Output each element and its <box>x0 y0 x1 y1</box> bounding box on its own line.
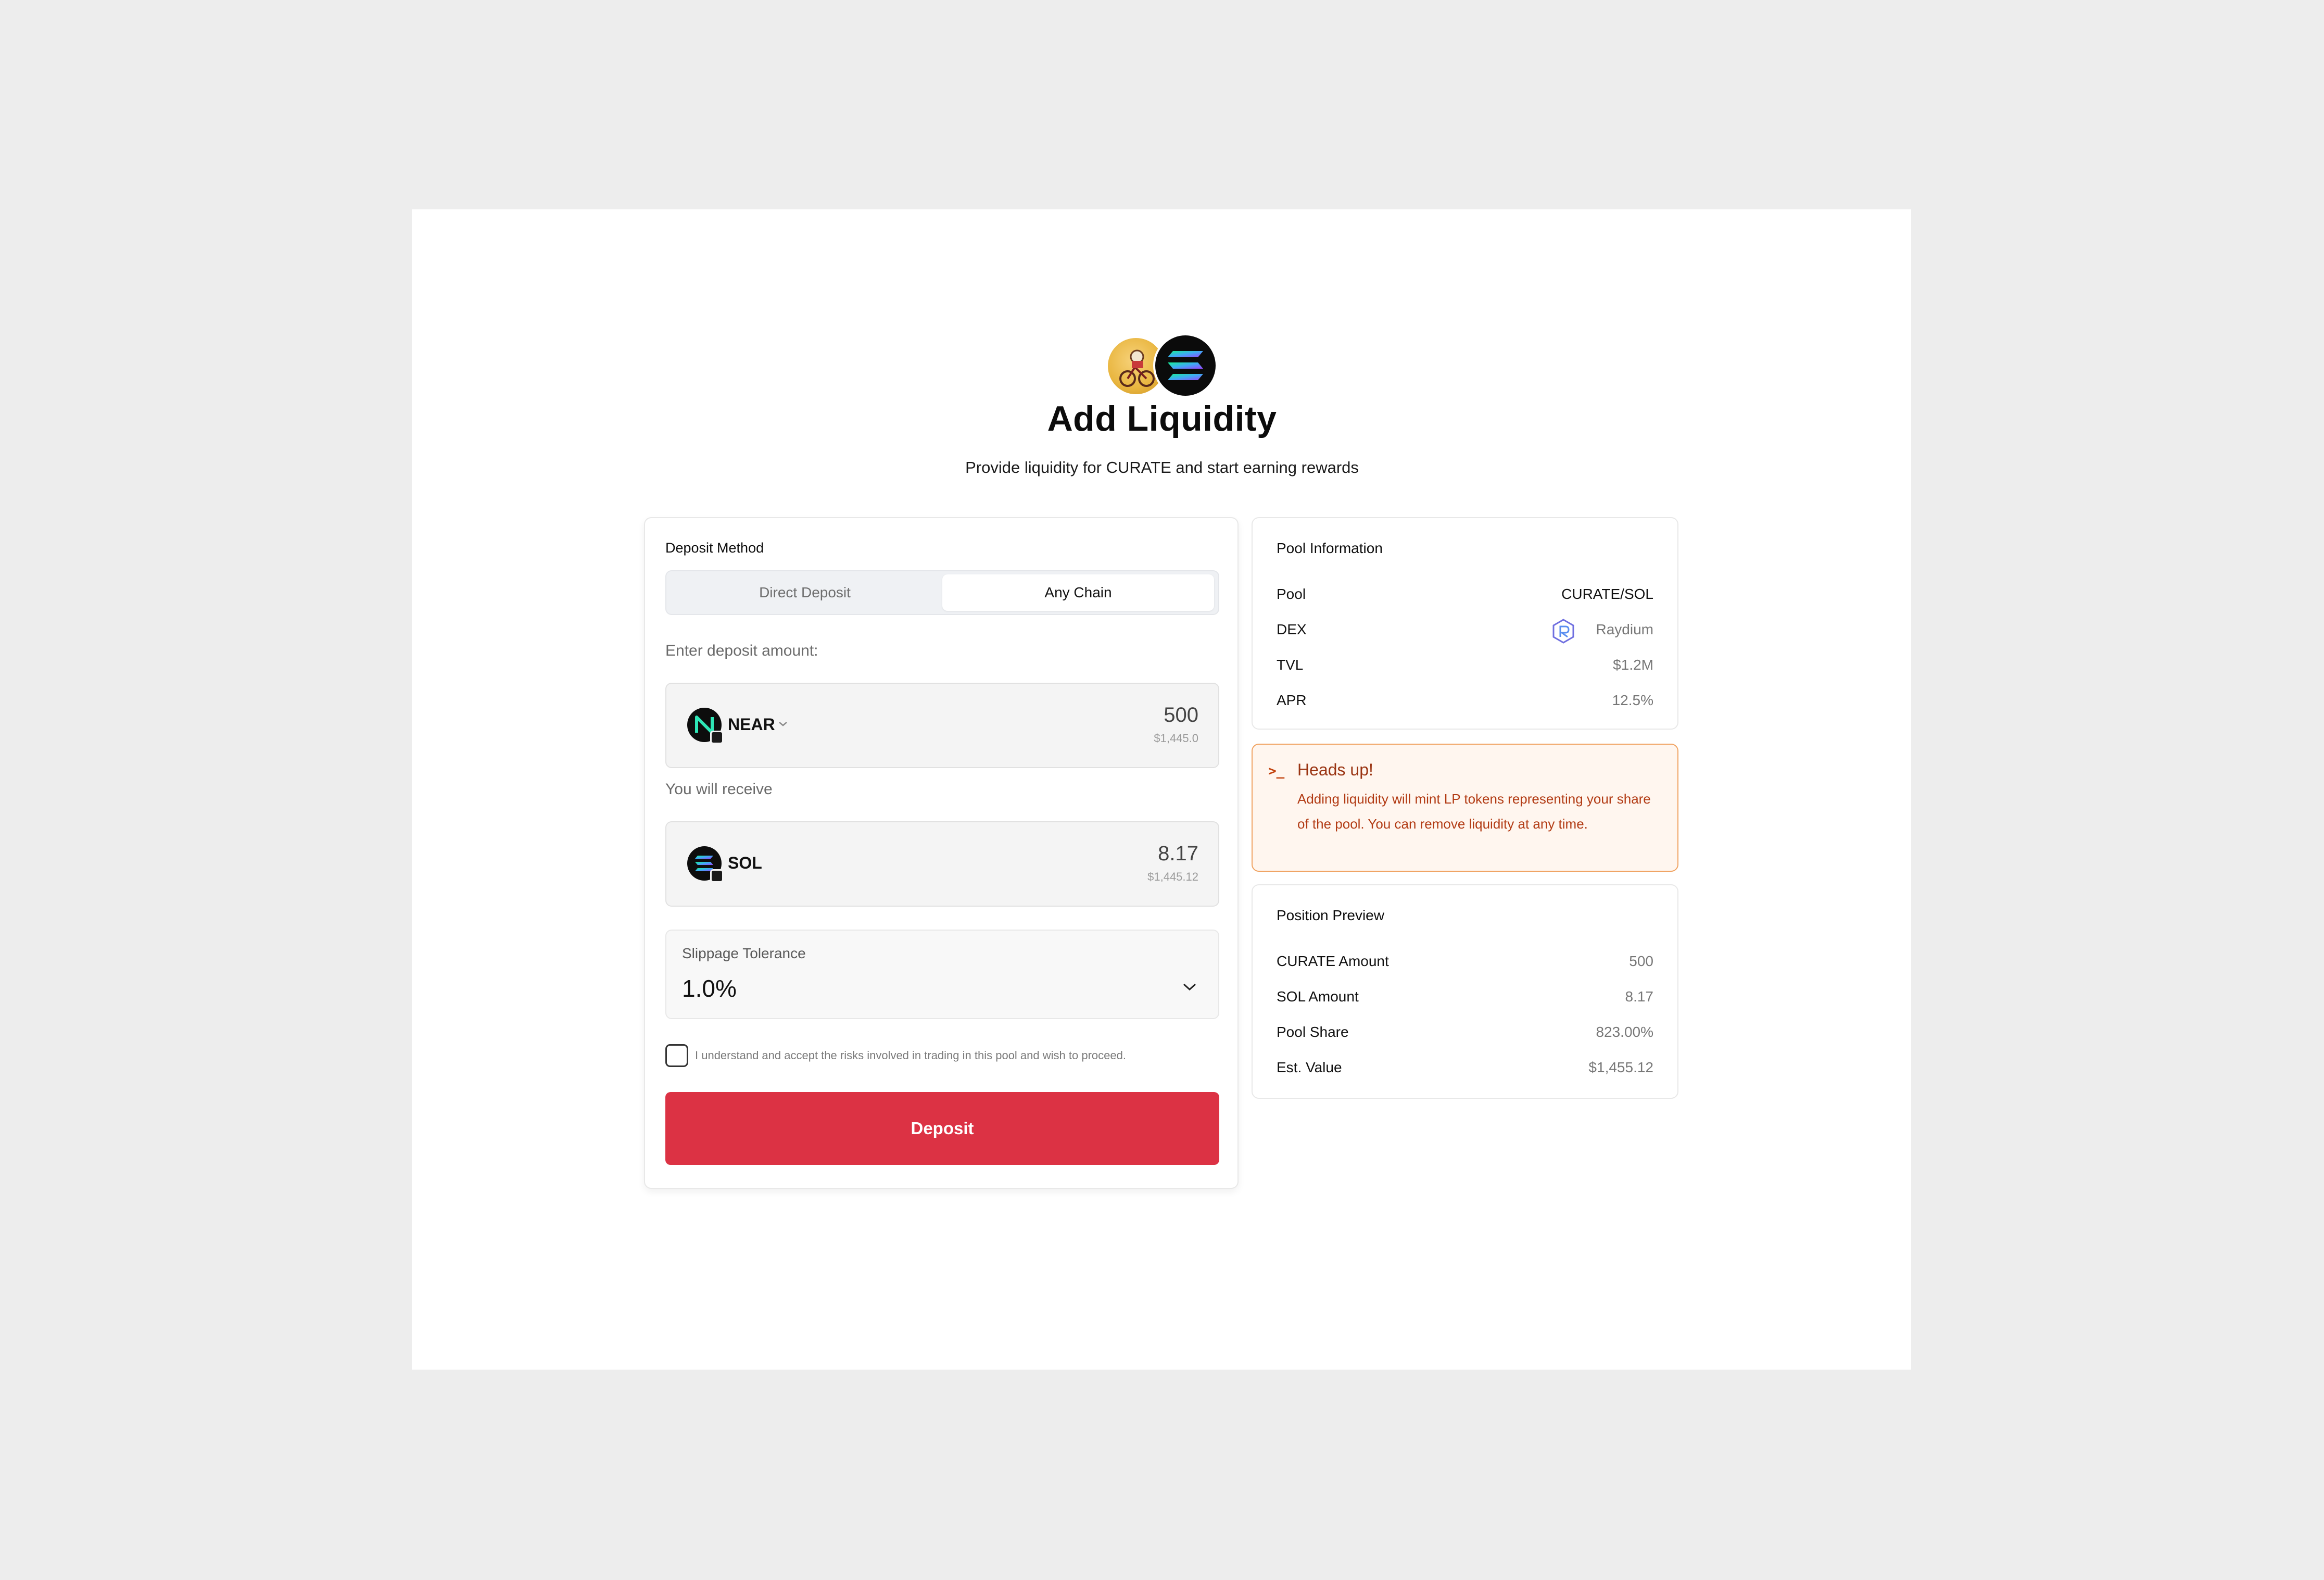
pool-info-title: Pool Information <box>1277 540 1383 556</box>
enter-amount-label: Enter deposit amount: <box>665 642 818 659</box>
pool-info-row: TVL $1.2M <box>1277 657 1653 678</box>
page-title: Add Liquidity <box>1047 399 1277 438</box>
row-value: 8.17 <box>1625 988 1654 1005</box>
row-key: CURATE Amount <box>1277 953 1389 969</box>
deposit-method-label: Deposit Method <box>665 540 764 556</box>
token-pair <box>1106 333 1218 399</box>
deposit-method-toggle: Direct Deposit Any Chain <box>665 570 1219 615</box>
chain-badge-icon <box>710 869 724 883</box>
chain-badge-icon <box>710 731 724 744</box>
row-key: TVL <box>1277 657 1304 673</box>
preview-row: SOL Amount 8.17 <box>1277 988 1653 1009</box>
from-token-selector[interactable]: NEAR <box>728 715 775 734</box>
to-amount-usd: $1,445.12 <box>1147 870 1198 883</box>
chevron-down-icon[interactable] <box>1182 982 1197 992</box>
risk-checkbox-label: I understand and accept the risks involv… <box>695 1049 1126 1062</box>
slippage-select[interactable]: Slippage Tolerance 1.0% <box>665 930 1219 1019</box>
row-value: $1.2M <box>1613 657 1653 673</box>
receive-label: You will receive <box>665 781 773 798</box>
row-value: $1,455.12 <box>1588 1059 1653 1075</box>
preview-row: Est. Value $1,455.12 <box>1277 1059 1653 1080</box>
to-token-name: SOL <box>728 854 762 872</box>
risk-checkbox[interactable] <box>665 1044 688 1067</box>
row-value: 12.5% <box>1612 692 1653 708</box>
position-preview-title: Position Preview <box>1277 907 1384 923</box>
row-value: 823.00% <box>1596 1024 1653 1040</box>
sol-token-icon <box>687 846 724 883</box>
deposit-card: Deposit Method Direct Deposit Any Chain … <box>644 517 1239 1189</box>
row-key: Pool <box>1277 586 1306 602</box>
receive-amount-box: SOL 8.17 $1,445.12 <box>665 821 1219 907</box>
row-value: CURATE/SOL <box>1561 586 1653 602</box>
pool-info-row: DEX Raydium <box>1277 619 1653 644</box>
row-value: Raydium <box>1596 621 1653 637</box>
row-key: APR <box>1277 692 1307 708</box>
deposit-button[interactable]: Deposit <box>665 1092 1219 1165</box>
to-amount-value: 8.17 <box>1158 842 1198 865</box>
alert-body: Adding liquidity will mint LP tokens rep… <box>1297 791 1651 832</box>
position-preview-card: Position Preview CURATE Amount 500 SOL A… <box>1252 884 1678 1099</box>
preview-row: CURATE Amount 500 <box>1277 953 1653 974</box>
alert-title: Heads up! <box>1297 760 1373 779</box>
raydium-icon <box>1552 619 1574 644</box>
from-amount-value[interactable]: 500 <box>1164 704 1198 727</box>
page-subtitle: Provide liquidity for CURATE and start e… <box>965 458 1359 476</box>
row-key: Est. Value <box>1277 1059 1342 1075</box>
pool-info-card: Pool Information Pool CURATE/SOL DEX Ray… <box>1252 517 1678 730</box>
sol-token-icon <box>1153 333 1218 398</box>
tab-any-chain[interactable]: Any Chain <box>942 574 1214 611</box>
pool-info-row: Pool CURATE/SOL <box>1277 586 1653 607</box>
tab-direct-deposit[interactable]: Direct Deposit <box>670 574 940 611</box>
from-amount-usd: $1,445.0 <box>1154 732 1198 745</box>
preview-row: Pool Share 823.00% <box>1277 1024 1653 1045</box>
terminal-icon: >_ <box>1268 763 1285 779</box>
row-key: Pool Share <box>1277 1024 1349 1040</box>
deposit-amount-input[interactable]: NEAR 500 $1,445.0 <box>665 683 1219 768</box>
slippage-label: Slippage Tolerance <box>682 945 806 961</box>
chevron-down-icon[interactable] <box>778 720 788 728</box>
near-token-icon <box>687 708 724 744</box>
row-key: SOL Amount <box>1277 988 1359 1005</box>
pool-info-row: APR 12.5% <box>1277 692 1653 713</box>
row-key: DEX <box>1277 621 1307 637</box>
row-value: 500 <box>1629 953 1653 969</box>
heads-up-alert: >_ Heads up! Adding liquidity will mint … <box>1252 744 1678 872</box>
slippage-value: 1.0% <box>682 975 737 1002</box>
